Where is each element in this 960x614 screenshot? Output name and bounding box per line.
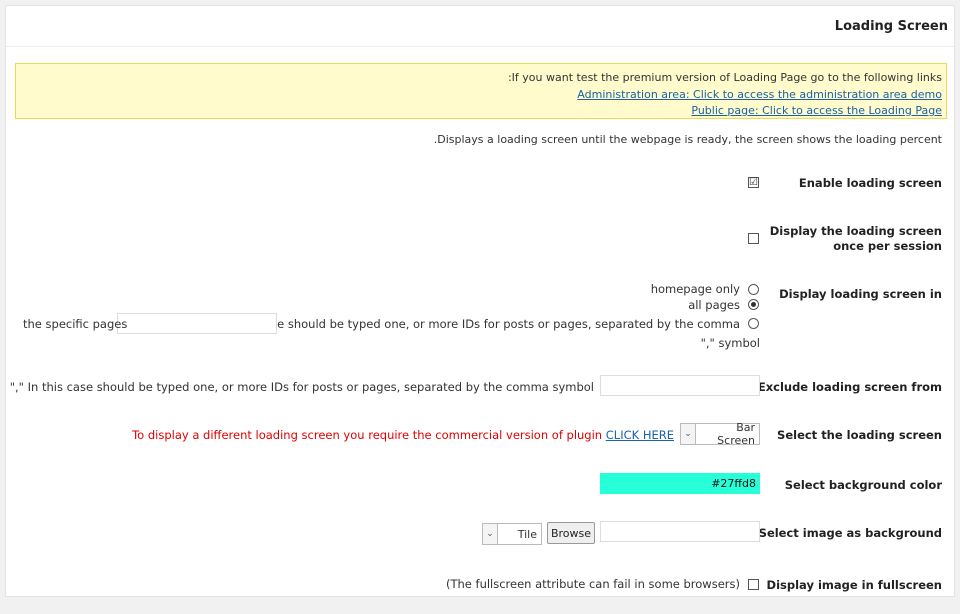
screen-select[interactable]: ⌄ Bar Screen: [680, 421, 760, 447]
screen-select-value: Bar Screen: [717, 421, 755, 447]
specific-pages-input[interactable]: [117, 313, 277, 334]
option-homepage-label: homepage only: [650, 282, 740, 296]
commercial-notice-text: To display a different loading screen yo…: [132, 428, 603, 442]
enable-checkbox[interactable]: ☑: [748, 177, 759, 188]
premium-notice: :If you want test the premium version of…: [15, 63, 947, 119]
fullscreen-checkbox[interactable]: [748, 579, 759, 590]
option-allpages-radio[interactable]: [748, 299, 759, 310]
fullscreen-label: Display image in fullscreen: [766, 578, 942, 592]
page-title: Loading Screen: [834, 18, 948, 34]
commercial-notice: To display a different loading screen yo…: [132, 428, 674, 442]
once-per-session-label-line1: Display the loading screen: [769, 224, 942, 238]
exclude-input[interactable]: [600, 375, 760, 396]
option-specific-label: the specific pages: [23, 317, 128, 331]
exclude-hint: "," In this case should be typed one, or…: [9, 380, 594, 394]
option-homepage-radio[interactable]: [748, 284, 759, 295]
settings-panel: Loading Screen :If you want test the pre…: [5, 5, 955, 597]
repeat-select[interactable]: ⌄ Tile: [482, 523, 542, 545]
exclude-label: Exclude loading screen from: [757, 380, 942, 394]
option-specific-radio[interactable]: [748, 318, 759, 329]
check-icon: ☑: [749, 176, 758, 188]
notice-intro: :If you want test the premium version of…: [507, 71, 942, 84]
plugin-description: .Displays a loading screen until the web…: [433, 133, 942, 146]
once-per-session-checkbox[interactable]: [748, 233, 759, 244]
display-in-label: Display loading screen in: [779, 287, 942, 301]
once-per-session-label: Display the loading screen once per sess…: [770, 224, 942, 254]
option-allpages-label: all pages: [688, 298, 740, 312]
specific-pages-hint-2: "," symbol: [700, 336, 760, 350]
admin-demo-link[interactable]: Administration area: Click to access the…: [577, 88, 942, 101]
repeat-select-value: Tile: [517, 527, 537, 541]
click-here-link[interactable]: CLICK HERE: [606, 428, 674, 442]
bg-image-label: Select image as background: [758, 526, 942, 540]
fullscreen-hint: (The fullscreen attribute can fail in so…: [445, 577, 740, 591]
panel-header: Loading Screen: [6, 6, 954, 47]
select-screen-label: Select the loading screen: [777, 428, 942, 442]
bg-image-input[interactable]: [600, 521, 760, 542]
browse-button[interactable]: Browse: [547, 522, 595, 544]
specific-pages-hint: In this case should be typed one, or mor…: [218, 317, 740, 331]
bg-color-label: Select background color: [784, 478, 942, 492]
bg-color-input[interactable]: #27ffd8: [600, 473, 760, 494]
public-page-link[interactable]: Public page: Click to access the Loading…: [691, 104, 942, 117]
chevron-down-icon: ⌄: [483, 524, 498, 544]
once-per-session-label-line2: once per session: [833, 239, 942, 253]
enable-label: Enable loading screen: [798, 176, 942, 190]
chevron-down-icon: ⌄: [681, 424, 696, 444]
